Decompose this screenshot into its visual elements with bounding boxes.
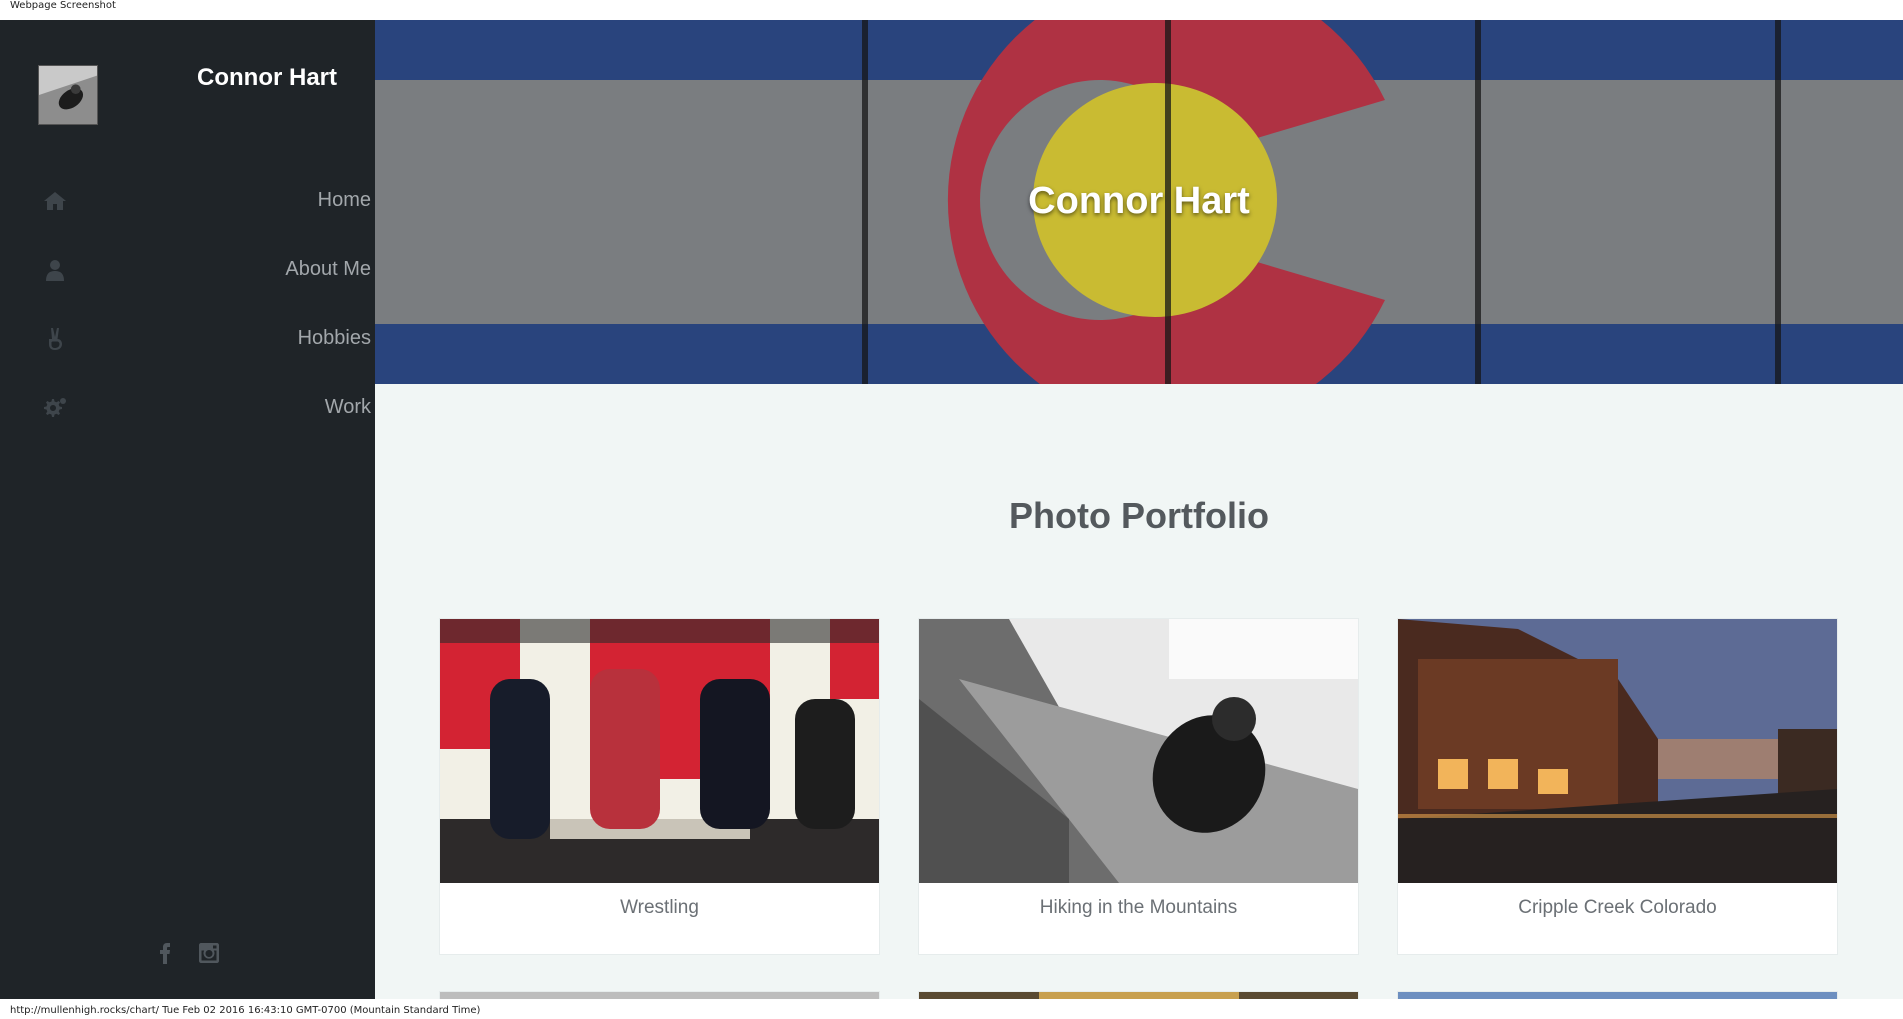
section-title: Photo Portfolio	[1009, 495, 1269, 536]
capture-footer: http://mullenhigh.rocks/chart/ Tue Feb 0…	[0, 999, 1903, 1019]
portfolio-card[interactable]	[1397, 991, 1838, 999]
sidebar-item-label: Home	[317, 189, 371, 211]
card-caption: Cripple Creek Colorado	[1518, 897, 1717, 918]
sidebar: Connor Hart Home About Me Hobbies Work	[0, 20, 375, 999]
page-frame: Connor Hart Home About Me Hobbies Work C…	[0, 20, 1903, 999]
sidebar-nav: Home About Me Hobbies Work	[0, 168, 375, 444]
portfolio-image	[919, 619, 1358, 883]
card-caption: Wrestling	[620, 897, 699, 918]
social-links	[153, 938, 233, 968]
hero-title: Connor Hart	[1028, 180, 1250, 222]
peace-hand-icon	[42, 326, 68, 352]
portfolio-card[interactable]	[918, 991, 1359, 999]
portfolio-image	[1398, 992, 1837, 999]
portfolio-card-wrestling[interactable]: Wrestling	[439, 618, 880, 955]
sidebar-item-work[interactable]: Work	[0, 375, 375, 444]
home-icon	[42, 188, 68, 214]
portfolio-image	[919, 992, 1358, 999]
portfolio-image	[440, 619, 879, 883]
sidebar-item-label: About Me	[285, 258, 371, 280]
portfolio-card-cripple-creek[interactable]: Cripple Creek Colorado	[1397, 618, 1838, 955]
card-caption: Hiking in the Mountains	[1039, 897, 1238, 918]
facebook-icon[interactable]	[153, 941, 177, 965]
portfolio-card[interactable]	[439, 991, 880, 999]
sidebar-item-label: Hobbies	[297, 327, 371, 349]
instagram-icon[interactable]	[197, 941, 221, 965]
sidebar-item-hobbies[interactable]: Hobbies	[0, 306, 375, 375]
portfolio-image	[440, 992, 879, 999]
sidebar-item-label: Work	[324, 396, 371, 418]
portfolio-card-hiking[interactable]: Hiking in the Mountains	[918, 618, 1359, 955]
capture-header: Webpage Screenshot	[0, 0, 1903, 20]
portfolio-image	[1398, 619, 1837, 883]
user-icon	[42, 257, 68, 283]
sidebar-item-home[interactable]: Home	[0, 168, 375, 237]
portfolio-section: Photo Portfolio Wrestling Hiking in the …	[375, 384, 1903, 999]
sidebar-item-about-me[interactable]: About Me	[0, 237, 375, 306]
hero-banner: Connor Hart	[375, 20, 1903, 384]
gears-icon	[42, 395, 68, 421]
site-brand[interactable]: Connor Hart	[77, 62, 337, 94]
